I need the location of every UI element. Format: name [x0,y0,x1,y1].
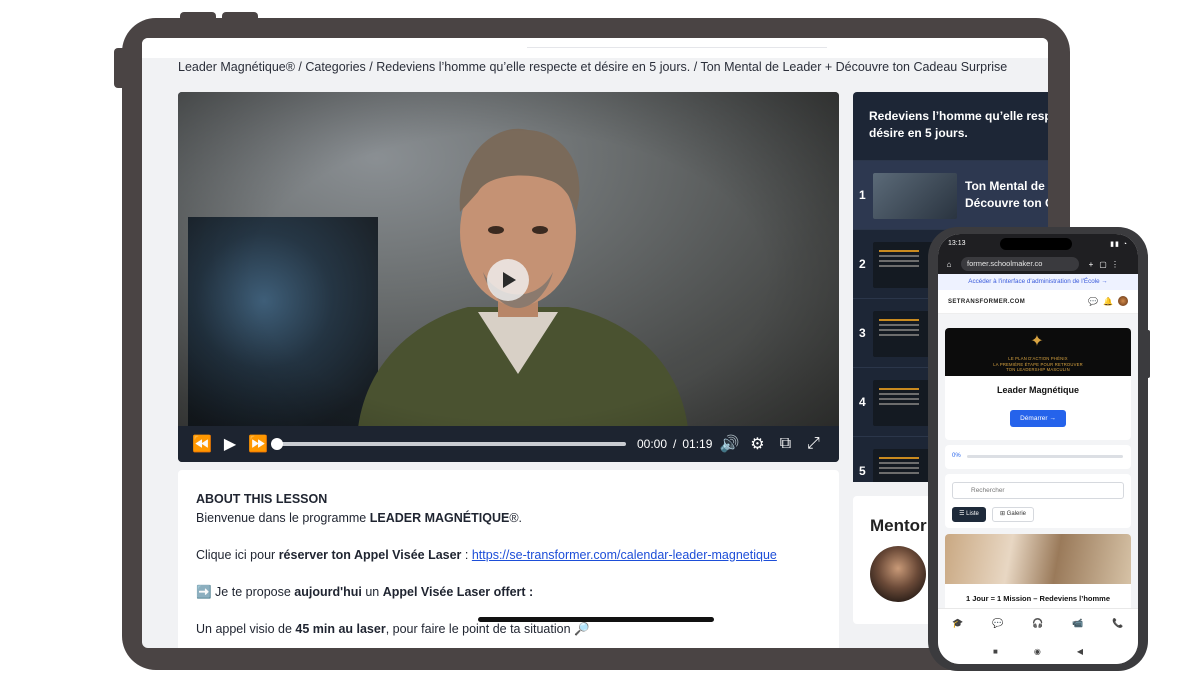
device-mockup: Leader Magnétique® / Categories / Redevi… [0,0,1200,675]
menu-icon[interactable]: ⋮ [1109,260,1121,269]
back-icon[interactable]: ◀ [1077,647,1083,656]
graduation-cap-icon[interactable]: 🎓 [952,618,963,629]
duration: 01:19 [682,437,713,451]
mentor-avatar[interactable] [870,546,926,602]
tabs-icon[interactable]: ▢ [1097,260,1109,269]
phone-icon[interactable]: 📞 [1112,618,1123,629]
browser-bar: ⌂ former.schoolmaker.co + ▢ ⋮ [938,254,1138,274]
admin-link[interactable]: Accéder à l'interface d'administration d… [938,274,1138,290]
status-time: 13:13 [948,240,966,247]
chat-icon[interactable]: 💬 [992,618,1003,629]
breadcrumb[interactable]: Leader Magnétique® / Categories / Redevi… [178,60,1007,74]
headset-icon[interactable]: 🎧 [1032,618,1043,629]
bottom-nav: 🎓 💬 🎧 📹 📞 [938,608,1138,638]
avatar[interactable] [1118,296,1128,306]
top-bar [142,38,1048,58]
gallery-view-button[interactable]: ⊞ Galerie [992,507,1034,522]
progress-card: 0% [945,445,1131,469]
call-text: Un appel visio de 45 min au laser, pour … [196,622,590,636]
play-icon [503,272,516,288]
lesson-item[interactable]: 1 Ton Mental de LDécouvre ton Ca [853,160,1048,229]
time-separator: / [673,437,677,451]
play-icon[interactable]: ▶ [216,430,244,458]
home-button-icon[interactable]: ◉ [1034,647,1041,656]
brand-name[interactable]: SETRANSFORMER.COM [948,299,1025,305]
search-input[interactable]: Rechercher [952,482,1124,499]
settings-icon[interactable]: ⚙ [743,430,771,458]
lesson-title: Ton Mental de LDécouvre ton Ca [965,179,1048,210]
offer-text: ➡️ Je te propose aujourd'hui un Appel Vi… [196,585,534,599]
lesson-thumbnail [873,173,957,219]
list-view-button[interactable]: ☰ Liste [952,507,986,522]
phone-content: ✦ LE PLAN D'ACTION PHÉNIX LA PREMIÈRE ÉTA… [938,314,1138,608]
booking-link[interactable]: https://se-transformer.com/calendar-lead… [472,548,777,562]
booking-text: Clique ici pour réserver ton Appel Visée… [196,548,777,562]
current-time: 00:00 [637,437,668,451]
popout-icon[interactable]: ⧉ [771,430,799,458]
player-controls: ⏪ ▶ ⏩ 00:00 / 01:19 🔊 ⚙ ⧉ ⤢ [178,426,839,462]
welcome-text: Bienvenue dans le programme LEADER MAGNÉ… [196,511,522,525]
divider [527,47,827,48]
site-header: SETRANSFORMER.COM 💬 🔔 [938,290,1138,314]
search-card: ⌕ Rechercher ☰ Liste ⊞ Galerie [945,474,1131,528]
home-indicator [478,617,714,622]
new-tab-icon[interactable]: + [1085,260,1097,269]
fullscreen-icon[interactable]: ⤢ [799,430,827,458]
arrow-icon: ➡️ [196,585,212,599]
volume-icon[interactable]: 🔊 [715,430,743,458]
magnifier-icon: 🔎 [574,622,590,636]
system-nav: ■ ◉ ◀ [938,638,1138,664]
tablet-screen: Leader Magnétique® / Categories / Redevi… [142,38,1048,648]
chat-icon[interactable]: 💬 [1088,297,1098,306]
bell-icon[interactable]: 🔔 [1103,297,1113,306]
lesson-card[interactable]: 1 Jour = 1 Mission – Redeviens l’homme [945,534,1131,608]
start-button[interactable]: Démarrer → [1010,410,1066,427]
lesson-image [945,534,1131,584]
chapter-title: Redeviens l’homme qu’elle respe désire e… [869,109,1048,140]
recents-icon[interactable]: ■ [993,647,998,656]
progress-percent: 0% [952,453,961,459]
about-heading: ABOUT THIS LESSON [196,492,328,506]
phoenix-icon: ✦ [1030,333,1044,350]
video-icon[interactable]: 📹 [1072,618,1083,629]
video-player[interactable]: ⏪ ▶ ⏩ 00:00 / 01:19 🔊 ⚙ ⧉ ⤢ [178,92,839,462]
progress-bar [967,455,1123,458]
lesson-card-title: 1 Jour = 1 Mission – Redeviens l’homme [965,594,1110,603]
status-bar: 13:13 ▮▮ ◔ [938,234,1138,254]
camera-notch [1000,238,1072,250]
home-icon[interactable]: ⌂ [943,260,955,269]
play-overlay-button[interactable] [487,259,529,301]
seek-bar[interactable] [271,438,626,450]
fast-forward-icon[interactable]: ⏩ [244,430,272,458]
signal-icon: ▮▮ ◔ [1110,241,1128,248]
course-card: ✦ LE PLAN D'ACTION PHÉNIX LA PREMIÈRE ÉTA… [945,328,1131,440]
seek-handle[interactable] [271,438,283,450]
url-bar[interactable]: former.schoolmaker.co [961,257,1079,271]
rewind-icon[interactable]: ⏪ [188,430,216,458]
mentor-title: Mentor [870,516,927,535]
phone-screen: 13:13 ▮▮ ◔ ⌂ former.schoolmaker.co + ▢ ⋮… [938,234,1138,664]
course-title: Leader Magnétique [996,385,1079,395]
course-banner: ✦ LE PLAN D'ACTION PHÉNIX LA PREMIÈRE ÉTA… [945,328,1131,376]
